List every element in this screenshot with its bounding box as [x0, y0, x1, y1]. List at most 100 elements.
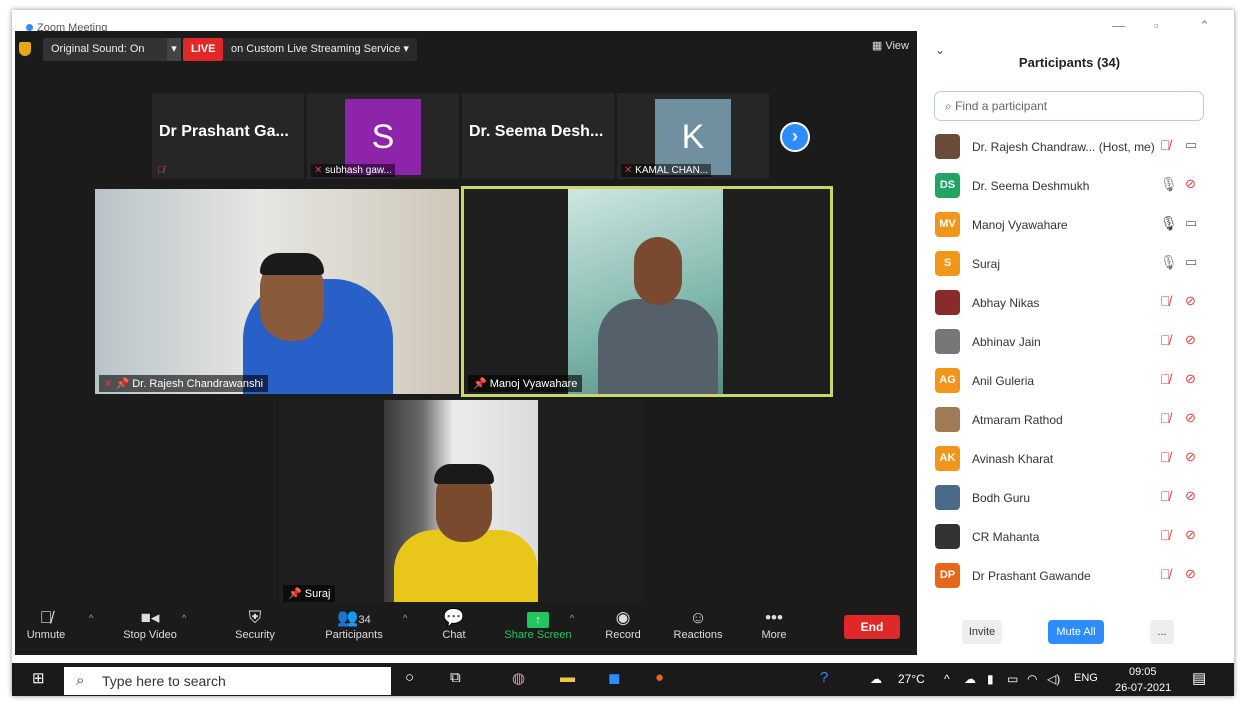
reactions-button[interactable]: ☺ Reactions — [660, 607, 736, 641]
more-label: More — [761, 629, 787, 641]
participant-name: Anil Guleria — [972, 374, 1035, 388]
meeting-top-bar: Original Sound: On ▾ LIVE on Custom Live… — [15, 31, 917, 67]
participant-row[interactable]: CR Mahanta 🎙̸ ⊘ — [932, 518, 1217, 557]
powerpoint-icon[interactable]: ● — [655, 669, 664, 686]
participant-tile[interactable]: Dr. Seema Desh... — [462, 93, 614, 179]
taskbar-search-input[interactable]: ⌕ Type here to search — [64, 667, 391, 695]
camera-icon[interactable]: ▭ — [1185, 137, 1197, 153]
more-button[interactable]: ••• More — [736, 607, 812, 641]
wifi-icon[interactable]: ◠ — [1027, 672, 1037, 686]
file-explorer-icon[interactable]: ▬ — [560, 669, 575, 686]
next-page-button[interactable]: › — [780, 122, 810, 152]
record-label: Record — [605, 629, 641, 641]
task-view-icon[interactable]: ⧉ — [450, 669, 461, 686]
camera-off-icon[interactable]: ⊘ — [1185, 293, 1196, 309]
mic-muted-icon[interactable]: 🎙̸ — [1160, 488, 1171, 504]
security-button[interactable]: ⛨ Security — [217, 607, 293, 641]
volume-icon[interactable]: ◁) — [1047, 672, 1060, 686]
camera-off-icon[interactable]: ⊘ — [1185, 371, 1196, 387]
participant-tile[interactable]: S ✕ subhash gaw... — [307, 93, 459, 179]
participant-tile[interactable]: Dr Prashant Ga... 🎙̸ — [152, 93, 304, 179]
participant-row[interactable]: Atmaram Rathod 🎙̸ ⊘ — [932, 401, 1217, 440]
mic-muted-icon[interactable]: 🎙̸ — [1160, 332, 1171, 348]
camera-icon[interactable]: ▭ — [1185, 215, 1197, 231]
mic-muted-icon[interactable]: 🎙̸ — [1160, 137, 1171, 153]
stream-status-label: on Custom Live Streaming Service — [231, 43, 401, 55]
mic-icon[interactable]: 🎙 — [1160, 176, 1178, 193]
camera-off-icon[interactable]: ⊘ — [1185, 527, 1196, 543]
participants-icon: 👥34 — [337, 608, 371, 627]
share-screen-button[interactable]: ↑ Share Screen — [500, 607, 576, 641]
clock-time[interactable]: 09:05 — [1129, 666, 1157, 678]
chevron-up-icon[interactable]: ^ — [182, 613, 186, 623]
unmute-button[interactable]: 🎙̸ Unmute — [8, 607, 84, 641]
more-options-button[interactable]: ... — [1150, 620, 1174, 644]
participant-tile[interactable]: K ✕ KAMAL CHAN... — [617, 93, 769, 179]
video-tile[interactable]: ✕ 📌 Dr. Rajesh Chandrawanshi — [95, 189, 459, 394]
weather-temperature[interactable]: 27°C — [898, 672, 925, 686]
mic-muted-icon[interactable]: 🎙̸ — [1160, 527, 1171, 543]
chevron-up-icon[interactable]: ^ — [570, 613, 574, 623]
windows-start-icon[interactable]: ⊞ — [32, 669, 45, 687]
battery-icon[interactable]: ▭ — [1007, 672, 1018, 686]
chevron-down-icon[interactable]: ▾ — [167, 38, 181, 61]
language-indicator[interactable]: ENG — [1074, 672, 1098, 684]
participants-button[interactable]: 👥34 Participants — [316, 607, 392, 641]
chrome-icon[interactable]: ◍ — [512, 669, 525, 687]
chevron-up-icon[interactable]: ^ — [944, 672, 950, 686]
camera-off-icon[interactable]: ⊘ — [1185, 176, 1196, 192]
mic-muted-icon[interactable]: 🎙̸ — [1160, 410, 1171, 426]
participant-row[interactable]: AK Avinash Kharat 🎙̸ ⊘ — [932, 440, 1217, 479]
video-tile-active-speaker[interactable]: 📌 Manoj Vyawahare — [461, 186, 833, 397]
participant-row[interactable]: AG Anil Guleria 🎙̸ ⊘ — [932, 362, 1217, 401]
person-hair — [260, 253, 324, 275]
end-meeting-button[interactable]: End — [844, 615, 900, 639]
participant-tile-label: ✕ KAMAL CHAN... — [621, 164, 712, 177]
chevron-up-icon[interactable]: ^ — [89, 613, 93, 623]
participant-row[interactable]: Bodh Guru 🎙̸ ⊘ — [932, 479, 1217, 518]
mic-icon[interactable]: 🎙 — [1160, 254, 1178, 271]
participant-row[interactable]: Dr. Rajesh Chandraw... (Host, me) 🎙̸ ▭ — [932, 128, 1217, 167]
mic-muted-icon[interactable]: 🎙̸ — [1160, 371, 1171, 387]
onedrive-icon[interactable]: ☁ — [964, 672, 976, 686]
participant-row[interactable]: Abhay Nikas 🎙̸ ⊘ — [932, 284, 1217, 323]
mute-all-button[interactable]: Mute All — [1048, 620, 1104, 644]
person-shoulders — [598, 299, 718, 394]
stream-status-dropdown[interactable]: on Custom Live Streaming Service ▾ — [223, 38, 417, 61]
cortana-icon[interactable]: ○ — [405, 669, 414, 686]
view-button[interactable]: ▦ View — [872, 39, 909, 52]
camera-off-icon[interactable]: ⊘ — [1185, 410, 1196, 426]
invite-button[interactable]: Invite — [962, 620, 1002, 644]
find-participant-placeholder: Find a participant — [955, 99, 1048, 113]
chat-button[interactable]: 💬 Chat — [416, 607, 492, 641]
participant-row[interactable]: Abhinav Jain 🎙̸ ⊘ — [932, 323, 1217, 362]
mic-muted-icon[interactable]: 🎙̸ — [1160, 566, 1171, 582]
mic-talking-icon[interactable]: 🎙 — [1160, 215, 1178, 232]
record-button[interactable]: ◉ Record — [585, 607, 661, 641]
camera-off-icon[interactable]: ⊘ — [1185, 488, 1196, 504]
weather-cloud-icon[interactable]: ☁ — [870, 672, 882, 686]
participant-row[interactable]: S Suraj 🎙 ▭ — [932, 245, 1217, 284]
camera-off-icon[interactable]: ⊘ — [1185, 566, 1196, 582]
camera-off-icon[interactable]: ⊘ — [1185, 332, 1196, 348]
avatar — [935, 290, 960, 315]
participant-row[interactable]: MV Manoj Vyawahare 🎙 ▭ — [932, 206, 1217, 245]
chevron-up-icon[interactable]: ^ — [403, 613, 407, 623]
video-tile[interactable]: 📌 Suraj — [279, 400, 643, 604]
participant-tile-name: subhash gaw... — [325, 165, 392, 176]
participant-row[interactable]: DP Dr Prashant Gawande 🎙̸ ⊘ — [932, 557, 1217, 596]
camera-off-icon[interactable]: ⊘ — [1185, 449, 1196, 465]
clock-date[interactable]: 26-07-2021 — [1115, 682, 1171, 696]
notification-icon[interactable]: ▤ — [1192, 669, 1206, 687]
mic-muted-icon[interactable]: 🎙̸ — [1160, 449, 1171, 465]
usb-icon[interactable]: ▮ — [987, 672, 994, 686]
participant-row[interactable]: DS Dr. Seema Deshmukh 🎙 ⊘ — [932, 167, 1217, 206]
help-icon[interactable]: ? — [820, 669, 828, 686]
original-sound-toggle[interactable]: Original Sound: On ▾ — [43, 38, 181, 61]
mic-muted-icon[interactable]: 🎙̸ — [1160, 293, 1171, 309]
camera-icon[interactable]: ▭ — [1185, 254, 1197, 270]
zoom-app-icon[interactable]: ◼ — [608, 669, 620, 687]
stop-video-button[interactable]: ■◂ Stop Video — [112, 607, 188, 641]
security-shield-icon[interactable] — [19, 42, 31, 56]
find-participant-input[interactable]: ⌕ Find a participant — [934, 91, 1204, 121]
